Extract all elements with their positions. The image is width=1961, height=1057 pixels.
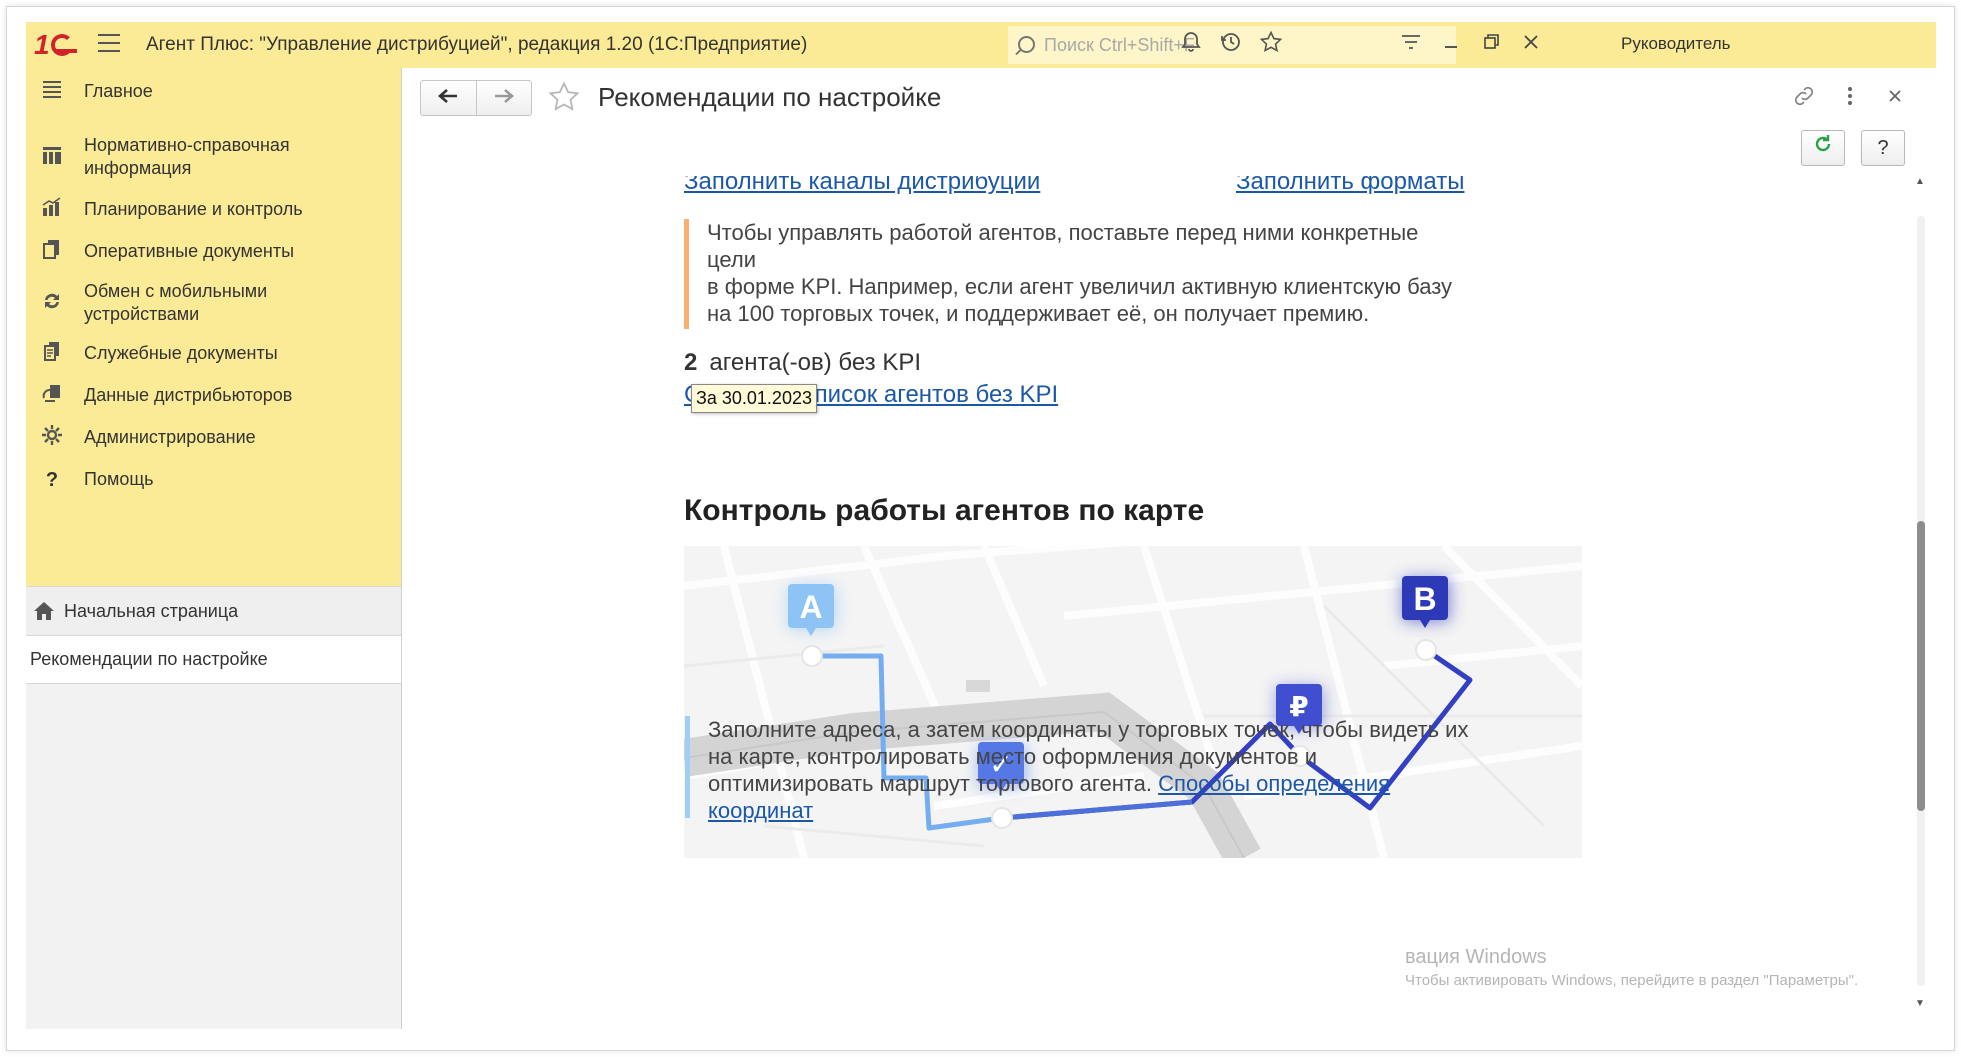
sidebar-item-label: Планирование и контроль [84, 199, 303, 219]
kpi-note-line: на 100 торговых точек, и поддерживает её… [707, 301, 1370, 326]
search-icon [1018, 36, 1035, 53]
title-bar: 1 Агент Плюс: "Управление дистрибуцией",… [26, 22, 1936, 68]
recommendations-content[interactable]: Заполнить каналы дистрибуции Заполнить ф… [404, 176, 1904, 1021]
gear-icon [38, 424, 66, 452]
fill-distribution-channels-link[interactable]: Заполнить каналы дистрибуции [684, 176, 1040, 196]
back-button[interactable] [421, 81, 476, 115]
sidebar-item-mobile-exchange[interactable]: Обмен с мобильными устройствами [26, 280, 402, 326]
home-tab-label: Начальная страница [64, 601, 239, 621]
1c-logo: 1 [34, 29, 77, 60]
kpi-note: Чтобы управлять работой агентов, поставь… [684, 219, 1452, 329]
bars-grid-icon [38, 144, 66, 172]
refresh-button[interactable] [1801, 130, 1845, 166]
sidebar-item-planning[interactable]: Планирование и контроль [26, 196, 402, 224]
kpi-note-line: цели [707, 247, 756, 272]
open-windows-panel: Начальная страница Рекомендации по настр… [26, 586, 402, 1029]
minimize-icon[interactable] [1436, 30, 1466, 60]
help-button[interactable]: ? [1861, 130, 1905, 166]
map-section-title: Контроль работы агентов по карте [684, 494, 1205, 527]
sidebar-item-operational-docs[interactable]: Оперативные документы [26, 238, 402, 266]
map-marker-end: B [1413, 581, 1436, 617]
question-icon: ? [45, 469, 59, 491]
coordinates-methods-link[interactable]: Способы определения [1158, 771, 1390, 796]
map-note-line: на карте, контролировать место оформлени… [708, 744, 1318, 769]
coordinates-methods-link-cont[interactable]: координат [708, 798, 813, 823]
menu-lines-icon [38, 78, 66, 106]
kpi-count-text: агента(-ов) без KPI [709, 349, 921, 376]
sidebar-item-label: Главное [84, 81, 153, 101]
tab-home-page[interactable]: Начальная страница [26, 586, 402, 636]
map-note: Заполните адреса, а затем координаты у т… [685, 716, 1469, 823]
sidebar-item-distributor-data[interactable]: Данные дистрибьюторов [26, 382, 402, 410]
kpi-note-line: в форме KPI. Например, если агент увелич… [707, 274, 1453, 299]
sync-icon [38, 290, 66, 318]
active-tab-label: Рекомендации по настройке [30, 649, 268, 669]
restore-icon[interactable] [1476, 30, 1506, 60]
sidebar-item-reference[interactable]: Нормативно-справочная информация [26, 134, 402, 180]
bar-chart-icon [38, 196, 66, 224]
main-menu-icon[interactable] [98, 34, 120, 54]
sidebar-item-label: Служебные документы [84, 343, 278, 363]
current-user[interactable]: Руководитель [1621, 34, 1731, 54]
refresh-icon [1815, 135, 1831, 152]
content-scrollbar[interactable]: ▲ ▼ [1913, 176, 1927, 1021]
sections-panel: Главное Нормативно-справочная информация… [26, 68, 402, 586]
fill-formats-link[interactable]: Заполнить форматы [1236, 176, 1465, 196]
sidebar-item-help[interactable]: ? Помощь [26, 466, 402, 494]
scroll-up-icon[interactable]: ▲ [1915, 176, 1925, 187]
kpi-note-line: Чтобы управлять работой агентов, поставь… [707, 220, 1419, 245]
forward-button[interactable] [475, 81, 532, 115]
close-form-icon[interactable] [1882, 84, 1908, 114]
add-to-favorites-icon[interactable] [546, 80, 582, 121]
arrow-right-icon [494, 89, 514, 103]
scroll-thumb[interactable] [1917, 521, 1925, 811]
scroll-down-icon[interactable]: ▼ [1915, 998, 1925, 1009]
date-tooltip: За 30.01.2023 [691, 384, 817, 413]
sidebar-item-service-docs[interactable]: Служебные документы [26, 340, 402, 368]
windows-activation-watermark: вация Windows [1405, 946, 1547, 968]
kpi-count: 2 [684, 349, 698, 376]
sidebar-item-main[interactable]: Главное [26, 78, 402, 106]
more-options-icon[interactable] [1837, 84, 1863, 114]
service-docs-icon [38, 340, 66, 368]
panel-divider [401, 68, 402, 1029]
page-title: Рекомендации по настройке [598, 82, 942, 112]
app-title: Агент Плюс: "Управление дистрибуцией", р… [146, 34, 808, 55]
sidebar-item-label: Данные дистрибьюторов [84, 385, 293, 405]
arrow-left-icon [438, 89, 458, 103]
tab-setup-recommendations[interactable]: Рекомендации по настройке [26, 636, 402, 684]
windows-activation-hint: Чтобы активировать Windows, перейдите в … [1405, 972, 1859, 989]
settings-lines-icon[interactable] [1396, 30, 1426, 60]
agents-without-kpi-count: 2 агента(-ов) без KPI [684, 349, 921, 377]
sidebar-item-label: Помощь [84, 469, 154, 489]
sidebar-item-label: Оперативные документы [84, 241, 295, 261]
bell-icon[interactable] [1176, 30, 1206, 60]
history-icon[interactable] [1216, 30, 1246, 60]
map-note-line: оптимизировать маршрут торгового агента. [708, 771, 1159, 796]
sidebar-item-label: Обмен с мобильными устройствами [84, 281, 268, 324]
link-icon[interactable] [1791, 84, 1817, 114]
sidebar-item-label: Администрирование [84, 427, 256, 447]
map-note-line: Заполните адреса, а затем координаты у т… [708, 717, 1469, 742]
distributor-data-icon [38, 382, 66, 410]
favorites-star-icon[interactable] [1256, 30, 1286, 60]
close-window-icon[interactable] [1516, 30, 1546, 60]
map-marker-start: A [799, 589, 822, 625]
home-icon [34, 602, 54, 620]
sidebar-item-administration[interactable]: Администрирование [26, 424, 402, 452]
navigation-buttons [420, 80, 532, 116]
documents-icon [38, 238, 66, 266]
sidebar-item-label: Нормативно-справочная информация [84, 135, 290, 178]
